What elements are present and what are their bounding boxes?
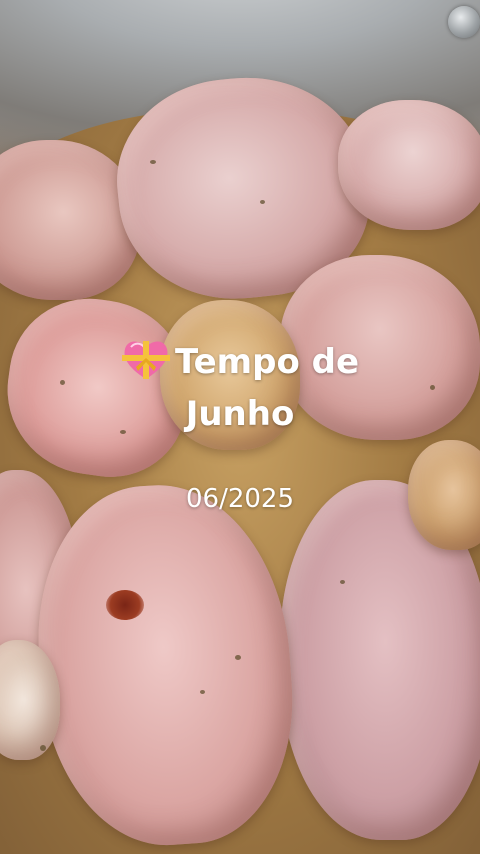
herb-speck xyxy=(260,200,265,204)
heart-with-ribbon-icon xyxy=(121,337,171,381)
herb-speck xyxy=(200,690,205,694)
photo-canvas: Tempo de Junho 06/2025 xyxy=(0,0,480,854)
herb-speck xyxy=(340,580,345,584)
title-text-1: Tempo de xyxy=(174,342,360,382)
chicken-piece xyxy=(338,100,480,230)
title-overlay: Tempo de Junho xyxy=(0,336,480,440)
title-line-2: Junho xyxy=(185,394,295,434)
date-label: 06/2025 xyxy=(185,484,294,514)
herb-speck xyxy=(40,745,46,751)
pan-rivet xyxy=(448,6,480,38)
red-pepper-flake xyxy=(106,590,144,620)
title-line-1: Tempo de xyxy=(0,336,480,388)
herb-speck xyxy=(150,160,156,164)
herb-speck xyxy=(235,655,241,660)
